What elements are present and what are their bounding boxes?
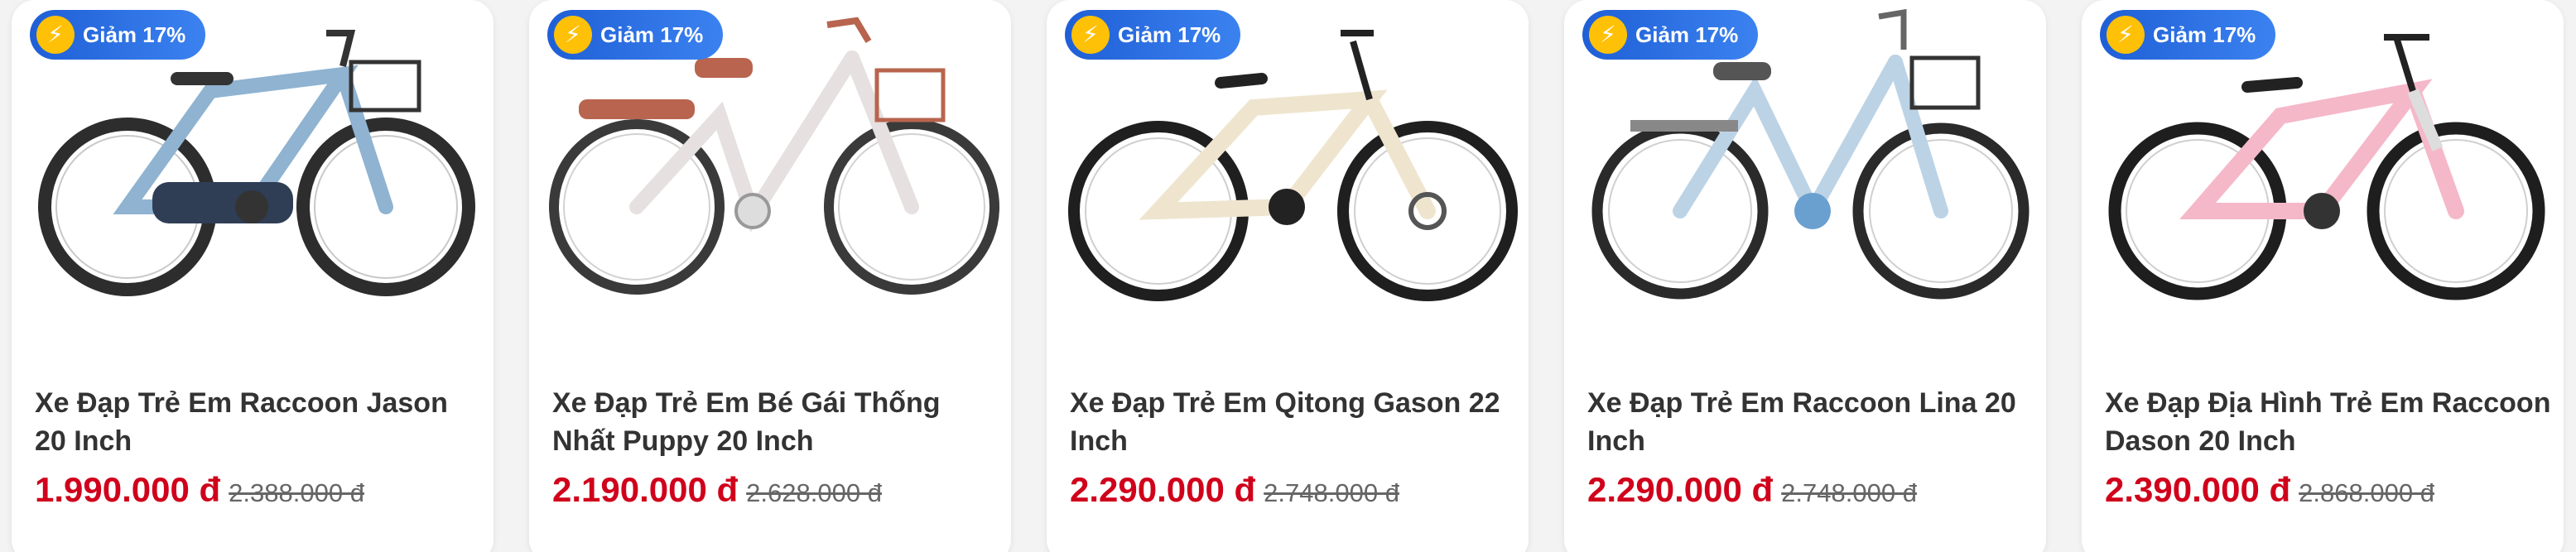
discount-label: Giảm 17% bbox=[83, 22, 186, 47]
discount-badge: ⚡ Giảm 17% bbox=[30, 10, 206, 60]
product-card[interactable]: ⚡ Giảm 17% Xe Đạp Trẻ Em Qitong Gason 22… bbox=[1047, 0, 1529, 552]
original-price: 2.748.000 đ bbox=[1781, 478, 1917, 507]
product-card[interactable]: ⚡ Giảm 17% Xe Đạp Địa Hình Trẻ Em Raccoo… bbox=[2082, 0, 2564, 552]
product-card[interactable]: ⚡ Giảm 17% Xe Đạp Trẻ Em Raccoon Lina 20… bbox=[1564, 0, 2046, 552]
sale-price: 2.190.000 đ bbox=[552, 470, 739, 509]
lightning-bolt-icon: ⚡ bbox=[2107, 16, 2145, 54]
product-name[interactable]: Xe Đạp Trẻ Em Qitong Gason 22 Inch bbox=[1070, 384, 1517, 460]
sale-price: 2.290.000 đ bbox=[1587, 470, 1774, 509]
product-name[interactable]: Xe Đạp Trẻ Em Bé Gái Thống Nhất Puppy 20… bbox=[552, 384, 999, 460]
price-row: 2.190.000 đ 2.628.000 đ bbox=[552, 470, 882, 510]
discount-label: Giảm 17% bbox=[1635, 22, 1739, 47]
product-card[interactable]: ⚡ Giảm 17% Xe Đạp Trẻ Em Bé Gái Thống Nh… bbox=[529, 0, 1011, 552]
product-name[interactable]: Xe Đạp Trẻ Em Raccoon Lina 20 Inch bbox=[1587, 384, 2034, 460]
price-row: 2.290.000 đ 2.748.000 đ bbox=[1587, 470, 1917, 510]
discount-label: Giảm 17% bbox=[600, 22, 704, 47]
original-price: 2.748.000 đ bbox=[1264, 478, 1399, 507]
price-row: 2.390.000 đ 2.868.000 đ bbox=[2105, 470, 2434, 510]
discount-badge: ⚡ Giảm 17% bbox=[547, 10, 724, 60]
original-price: 2.628.000 đ bbox=[746, 478, 882, 507]
discount-label: Giảm 17% bbox=[1118, 22, 1221, 47]
lightning-bolt-icon: ⚡ bbox=[1589, 16, 1627, 54]
discount-label: Giảm 17% bbox=[2153, 22, 2256, 47]
discount-badge: ⚡ Giảm 17% bbox=[1582, 10, 1759, 60]
product-name[interactable]: Xe Đạp Địa Hình Trẻ Em Raccoon Dason 20 … bbox=[2105, 384, 2552, 460]
price-row: 2.290.000 đ 2.748.000 đ bbox=[1070, 470, 1399, 510]
original-price: 2.388.000 đ bbox=[229, 478, 364, 507]
sale-price: 2.390.000 đ bbox=[2105, 470, 2291, 509]
lightning-bolt-icon: ⚡ bbox=[554, 16, 592, 54]
price-row: 1.990.000 đ 2.388.000 đ bbox=[35, 470, 364, 510]
product-grid: ⚡ Giảm 17% Xe Đạp Trẻ Em Raccoon Jason 2… bbox=[0, 0, 2576, 552]
discount-badge: ⚡ Giảm 17% bbox=[2100, 10, 2276, 60]
discount-badge: ⚡ Giảm 17% bbox=[1065, 10, 1241, 60]
lightning-bolt-icon: ⚡ bbox=[1071, 16, 1110, 54]
lightning-bolt-icon: ⚡ bbox=[36, 16, 75, 54]
product-card[interactable]: ⚡ Giảm 17% Xe Đạp Trẻ Em Raccoon Jason 2… bbox=[12, 0, 494, 552]
sale-price: 1.990.000 đ bbox=[35, 470, 221, 509]
sale-price: 2.290.000 đ bbox=[1070, 470, 1256, 509]
original-price: 2.868.000 đ bbox=[2299, 478, 2434, 507]
product-name[interactable]: Xe Đạp Trẻ Em Raccoon Jason 20 Inch bbox=[35, 384, 482, 460]
